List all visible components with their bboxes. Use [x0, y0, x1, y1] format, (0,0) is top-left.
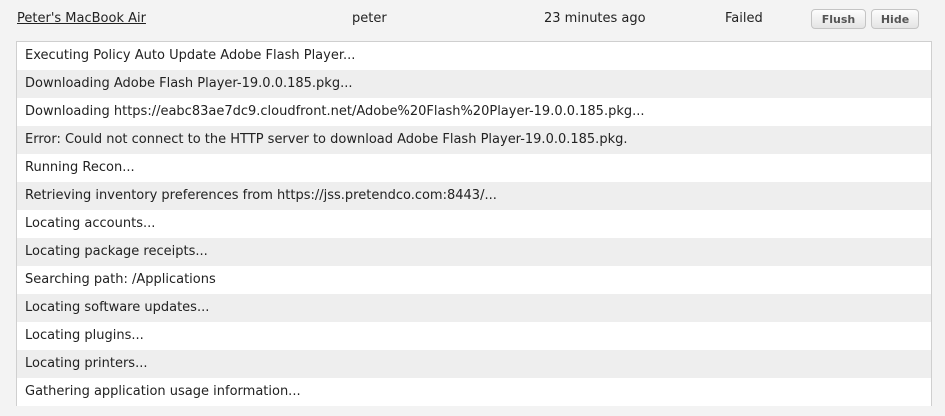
log-line: Error: Could not connect to the HTTP ser… [17, 126, 931, 154]
log-line: Downloading Adobe Flash Player-19.0.0.18… [17, 70, 931, 98]
username: peter [352, 11, 387, 26]
log-line: Running Recon... [17, 154, 931, 182]
log-line: Locating printers... [17, 350, 931, 378]
flush-button[interactable]: Flush [811, 9, 866, 29]
policy-log-header-row: Peter's MacBook Air peter 23 minutes ago… [0, 0, 945, 38]
log-line: Searching path: /Applications [17, 266, 931, 294]
log-line: Gathering application usage information.… [17, 378, 931, 406]
log-line: Locating package receipts... [17, 238, 931, 266]
log-line: Locating software updates... [17, 294, 931, 322]
log-line: Locating plugins... [17, 322, 931, 350]
log-line: Executing Policy Auto Update Adobe Flash… [17, 42, 931, 70]
computer-name-link[interactable]: Peter's MacBook Air [17, 11, 146, 26]
log-line: Downloading https://eabc83ae7dc9.cloudfr… [17, 98, 931, 126]
log-line: Retrieving inventory preferences from ht… [17, 182, 931, 210]
log-line: Locating accounts... [17, 210, 931, 238]
log-details-panel: Executing Policy Auto Update Adobe Flash… [16, 41, 932, 408]
hide-button[interactable]: Hide [871, 9, 919, 29]
timestamp: 23 minutes ago [544, 11, 646, 26]
status-text: Failed [725, 11, 763, 26]
bottom-margin [0, 406, 945, 416]
